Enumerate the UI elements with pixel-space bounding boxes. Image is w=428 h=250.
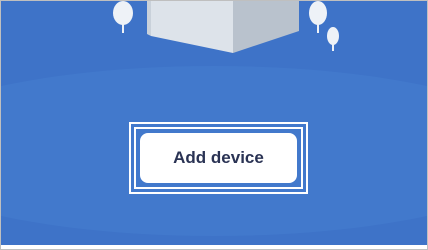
add-device-button[interactable]: Add device	[140, 133, 297, 183]
tree-icon	[327, 27, 339, 51]
tree-icon	[309, 1, 327, 33]
bottom-strip	[1, 245, 427, 249]
app-panel: Add device	[0, 0, 428, 250]
house-icon	[147, 1, 299, 53]
tree-icon	[113, 1, 133, 33]
